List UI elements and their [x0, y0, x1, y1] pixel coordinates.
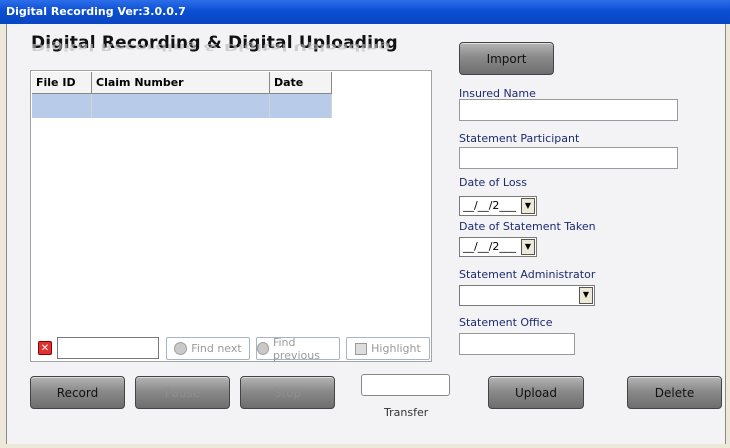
highlight-label: Highlight [371, 342, 421, 355]
grid-header: File ID Claim Number Date [32, 72, 332, 94]
chevron-down-icon[interactable]: ▼ [521, 198, 535, 214]
window-title-bar: Digital Recording Ver:3.0.0.7 [0, 0, 730, 24]
find-previous-button[interactable]: Find previous [256, 335, 340, 362]
transfer-label: Transfer [384, 406, 429, 419]
pause-button[interactable]: Pause [135, 376, 230, 409]
upload-button[interactable]: Upload [488, 376, 584, 409]
date-of-loss-value: __/__/2___ [463, 199, 516, 212]
stop-label: Stop [273, 385, 302, 400]
chevron-down-icon[interactable]: ▼ [579, 287, 593, 304]
date-of-statement-label: Date of Statement Taken [459, 220, 596, 233]
find-next-button[interactable]: Find next [166, 337, 250, 360]
column-header-claim-number[interactable]: Claim Number [92, 72, 270, 93]
statement-office-field[interactable] [459, 333, 575, 355]
arrow-circle-icon [174, 342, 188, 355]
page-title-reflection: Digital Recording & Digital Uploading [31, 41, 391, 52]
upload-label: Upload [514, 385, 558, 400]
find-previous-label: Find previous [272, 335, 320, 362]
insured-name-field[interactable] [459, 99, 678, 121]
cell-file-id [32, 94, 92, 118]
claims-grid-panel: File ID Claim Number Date [30, 70, 432, 362]
stop-button[interactable]: Stop [240, 376, 335, 409]
statement-participant-label: Statement Participant [459, 132, 580, 145]
find-next-label: Find next [191, 342, 242, 355]
highlight-icon [355, 342, 368, 355]
pause-label: Pause [164, 385, 201, 400]
table-row[interactable] [32, 94, 332, 118]
claims-grid[interactable]: File ID Claim Number Date [32, 72, 332, 118]
statement-office-label: Statement Office [459, 316, 553, 329]
chevron-down-icon[interactable]: ▼ [521, 239, 535, 255]
search-input[interactable] [57, 337, 159, 359]
column-header-file-id[interactable]: File ID [32, 72, 92, 93]
date-of-statement-picker[interactable]: __/__/2___ ▼ [459, 237, 537, 257]
window-title: Digital Recording Ver:3.0.0.7 [6, 5, 186, 18]
statement-participant-field[interactable] [459, 147, 678, 169]
record-button[interactable]: Record [30, 376, 125, 409]
cell-date [270, 94, 332, 118]
transfer-field[interactable] [361, 374, 450, 396]
arrow-circle-icon [257, 342, 269, 355]
delete-button[interactable]: Delete [627, 376, 722, 409]
clear-search-icon[interactable]: ✕ [38, 341, 52, 355]
delete-label: Delete [654, 385, 695, 400]
date-of-loss-picker[interactable]: __/__/2___ ▼ [459, 196, 537, 216]
record-label: Record [56, 385, 99, 400]
highlight-button[interactable]: Highlight [346, 337, 430, 360]
import-label: Import [486, 51, 527, 66]
date-of-loss-label: Date of Loss [459, 176, 528, 189]
date-of-statement-value: __/__/2___ [463, 240, 516, 253]
import-button[interactable]: Import [459, 42, 554, 75]
statement-administrator-select[interactable]: ▼ [459, 285, 595, 306]
statement-administrator-label: Statement Administrator [459, 268, 596, 281]
column-header-date[interactable]: Date [270, 72, 332, 93]
cell-claim-number [92, 94, 270, 118]
